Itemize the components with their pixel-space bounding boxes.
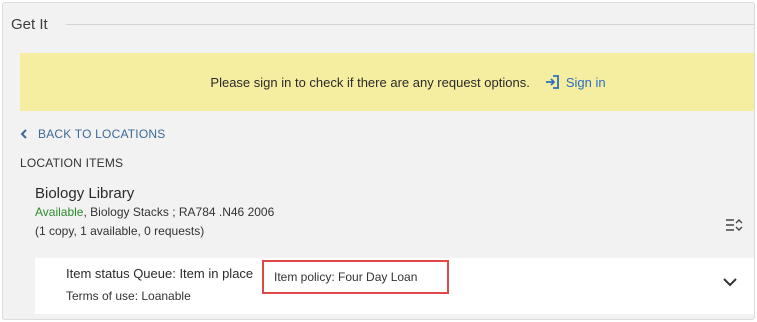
availability-status: Available [35, 205, 84, 219]
get-it-panel: Get It Please sign in to check if there … [2, 2, 755, 320]
sign-in-icon [545, 75, 559, 89]
terms-of-use: Terms of use: Loanable [66, 289, 191, 303]
chevron-left-icon [20, 129, 27, 139]
signin-message: Please sign in to check if there are any… [210, 74, 530, 90]
section-divider [65, 24, 754, 25]
item-policy-highlight: Item policy: Four Day Loan [262, 260, 449, 294]
item-row[interactable]: Item status Queue: Item in place Item po… [35, 258, 754, 314]
location-detail: , Biology Stacks ; RA784 .N46 2006 [83, 205, 275, 219]
signin-banner: Please sign in to check if there are any… [20, 53, 754, 111]
library-availability-line: Available, Biology Stacks ; RA784 .N46 2… [35, 205, 274, 219]
location-items-heading: LOCATION ITEMS [20, 156, 124, 170]
signin-link[interactable]: Sign in [544, 74, 606, 90]
item-policy: Item policy: Four Day Loan [274, 270, 418, 284]
back-to-locations-link[interactable]: BACK TO LOCATIONS [20, 127, 165, 141]
section-title: Get It [11, 16, 48, 33]
sort-icon[interactable] [725, 217, 743, 233]
library-counts: (1 copy, 1 available, 0 requests) [35, 224, 205, 238]
section-header: Get It [11, 16, 754, 33]
back-link-label: BACK TO LOCATIONS [38, 127, 166, 141]
library-block: Biology Library Available, Biology Stack… [35, 185, 274, 238]
library-name: Biology Library [35, 185, 135, 202]
signin-link-label: Sign in [565, 74, 606, 90]
chevron-down-icon[interactable] [723, 278, 737, 287]
item-status: Item status Queue: Item in place [66, 266, 254, 281]
